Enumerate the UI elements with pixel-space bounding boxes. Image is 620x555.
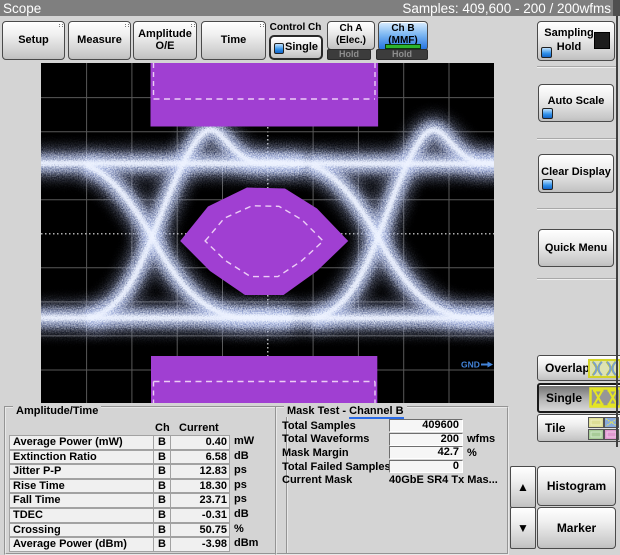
- svg-text:GND: GND: [461, 360, 480, 370]
